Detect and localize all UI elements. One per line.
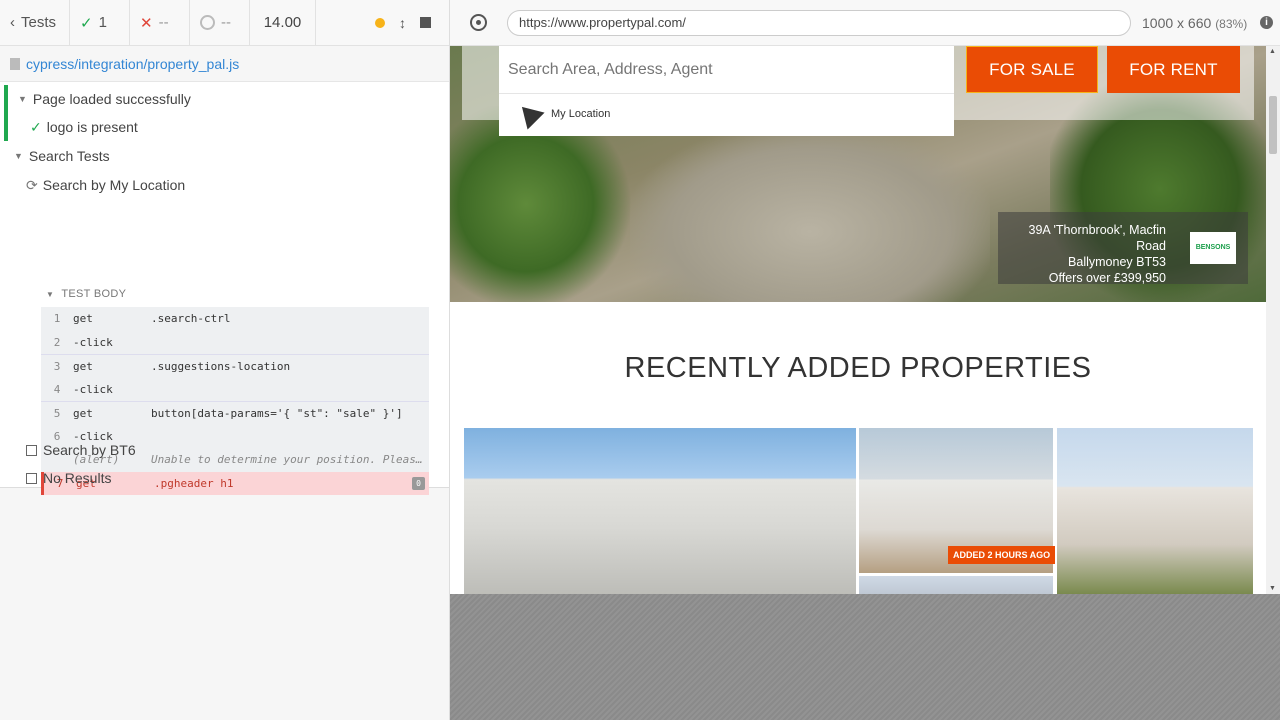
viewport-size: 1000 x 660 (83%): [1142, 15, 1247, 31]
x-icon: ✕: [140, 14, 153, 32]
test-title: Search by BT6: [43, 442, 136, 458]
command-number: 3: [53, 359, 61, 373]
circle-icon: [200, 15, 215, 30]
command-name: -click: [73, 382, 113, 396]
duration: 14.00: [250, 0, 316, 45]
running-indicator-icon: [375, 17, 385, 28]
search-panel: My Location FOR SALE FOR RENT: [462, 46, 1254, 136]
caret-down-icon: ▼: [14, 151, 23, 161]
url-bar: https://www.propertypal.com/ 1000 x 660 …: [450, 0, 1280, 46]
app-preview: https://www.propertypal.com/ 1000 x 660 …: [450, 0, 1280, 720]
failed-count: ✕ --: [130, 0, 190, 45]
scroll-up-icon[interactable]: ▲: [1269, 48, 1276, 55]
command-message: button[data-params='{ "st": "sale" }']: [151, 406, 403, 420]
command-row[interactable]: 5 get button[data-params='{ "st": "sale"…: [41, 401, 429, 425]
command-name: get: [73, 406, 93, 420]
command-message: .pgheader h1: [154, 476, 234, 490]
property-photo[interactable]: [464, 428, 856, 594]
info-icon[interactable]: i: [1260, 16, 1273, 29]
property-photo[interactable]: [859, 576, 1053, 594]
test-search-by-my-location[interactable]: ⟳ Search by My Location: [26, 171, 185, 199]
my-location-label: My Location: [551, 108, 611, 120]
caret-down-icon: ▼: [46, 290, 55, 299]
element-count-badge: 0: [412, 476, 425, 490]
test-logo-present[interactable]: ✓ logo is present: [4, 113, 138, 141]
added-badge: ADDED 2 HOURS AGO: [948, 546, 1056, 564]
check-icon: ✓: [80, 14, 93, 32]
passed-count: ✓ 1: [70, 0, 130, 45]
for-rent-button[interactable]: FOR RENT: [1107, 46, 1240, 93]
file-icon: [10, 57, 20, 70]
url-field[interactable]: https://www.propertypal.com/: [507, 10, 1131, 36]
suite-title: Page loaded successfully: [32, 91, 191, 107]
for-sale-button[interactable]: FOR SALE: [966, 46, 1098, 93]
test-title: logo is present: [46, 119, 138, 135]
stop-button[interactable]: [420, 17, 431, 28]
viewport-dimensions: 1000 x 660: [1142, 15, 1212, 31]
check-icon: ✓: [30, 118, 42, 135]
search-input[interactable]: [499, 46, 954, 94]
command-number: 4: [53, 382, 61, 396]
command-name: get: [73, 312, 93, 326]
test-no-results[interactable]: No Results: [26, 464, 111, 492]
pending-count: --: [190, 0, 250, 45]
test-title: Search by My Location: [42, 177, 186, 193]
scroll-down-icon[interactable]: ▼: [1269, 585, 1276, 592]
command-row[interactable]: 4 -click: [41, 377, 429, 401]
pending-value: --: [221, 14, 231, 31]
scrollbar[interactable]: ▲ ▼: [1266, 46, 1280, 594]
test-title: No Results: [43, 470, 112, 486]
command-row[interactable]: 3 get .suggestions-location: [41, 354, 429, 378]
spec-file-bar: cypress/integration/property_pal.js: [0, 46, 449, 82]
command-number: 5: [53, 406, 61, 420]
back-label: Tests: [21, 14, 57, 31]
command-number: 1: [53, 312, 61, 326]
command-message: .suggestions-location: [151, 359, 291, 373]
failed-value: --: [158, 14, 169, 31]
command-message: .search-ctrl: [151, 312, 231, 326]
test-body-label: TEST BODY: [61, 288, 127, 300]
test-runs: ▼ Page loaded successfully ✓ logo is pre…: [0, 82, 449, 495]
hero-image: My Location FOR SALE FOR RENT 39A 'Thorn…: [450, 46, 1270, 302]
property-photo[interactable]: [1057, 428, 1253, 594]
passed-value: 1: [98, 14, 107, 31]
selector-playground-icon[interactable]: [470, 14, 487, 31]
caption-address: 39A 'Thornbrook', Macfin Road: [1028, 223, 1166, 253]
scroll-thumb[interactable]: [1269, 96, 1277, 154]
hero-path-shape: [630, 126, 990, 302]
caption-town: Ballymoney BT53: [1068, 255, 1166, 269]
location-arrow-icon: [513, 98, 545, 130]
suite-page-loaded[interactable]: ▼ Page loaded successfully: [4, 85, 191, 113]
suite-search-tests[interactable]: ▼ Search Tests: [14, 142, 110, 170]
caption-price: Offers over £399,950: [1048, 271, 1166, 285]
refresh-icon: ⟳: [26, 176, 38, 193]
scroll-toggle-icon[interactable]: ↕: [399, 15, 406, 31]
runner-panel: ‹ Tests ✓ 1 ✕ -- -- 14.00 ↕ cypress/inte…: [0, 0, 450, 720]
viewport-zoom: (83%): [1215, 17, 1248, 31]
my-location-option[interactable]: My Location: [513, 98, 611, 130]
command-number: 2: [53, 335, 61, 349]
spec-file-link[interactable]: cypress/integration/property_pal.js: [26, 56, 239, 72]
back-to-tests-button[interactable]: ‹ Tests: [0, 0, 70, 45]
runner-controls: ↕: [316, 0, 449, 45]
test-search-by-bt6[interactable]: Search by BT6: [26, 436, 136, 464]
caret-down-icon: ▼: [18, 94, 27, 104]
command-name: -click: [73, 335, 113, 349]
pending-square-icon: [26, 444, 37, 456]
command-row[interactable]: 2 -click: [41, 330, 429, 354]
agent-logo: BENSONS: [1190, 232, 1236, 264]
hero-caption[interactable]: 39A 'Thornbrook', Macfin Road Ballymoney…: [998, 212, 1248, 285]
search-box: My Location: [499, 46, 954, 136]
command-row[interactable]: 1 get .search-ctrl: [41, 307, 429, 331]
chevron-left-icon: ‹: [10, 14, 15, 31]
recent-heading: RECENTLY ADDED PROPERTIES: [624, 352, 1092, 384]
aut-iframe: My Location FOR SALE FOR RENT 39A 'Thorn…: [450, 46, 1280, 594]
runner-header: ‹ Tests ✓ 1 ✕ -- -- 14.00 ↕: [0, 0, 449, 46]
command-message: Unable to determine your position. Pleas…: [151, 453, 423, 467]
test-body-header[interactable]: ▼ TEST BODY: [46, 288, 126, 300]
suite-title: Search Tests: [28, 148, 110, 164]
command-name: get: [73, 359, 93, 373]
pending-square-icon: [26, 472, 37, 484]
